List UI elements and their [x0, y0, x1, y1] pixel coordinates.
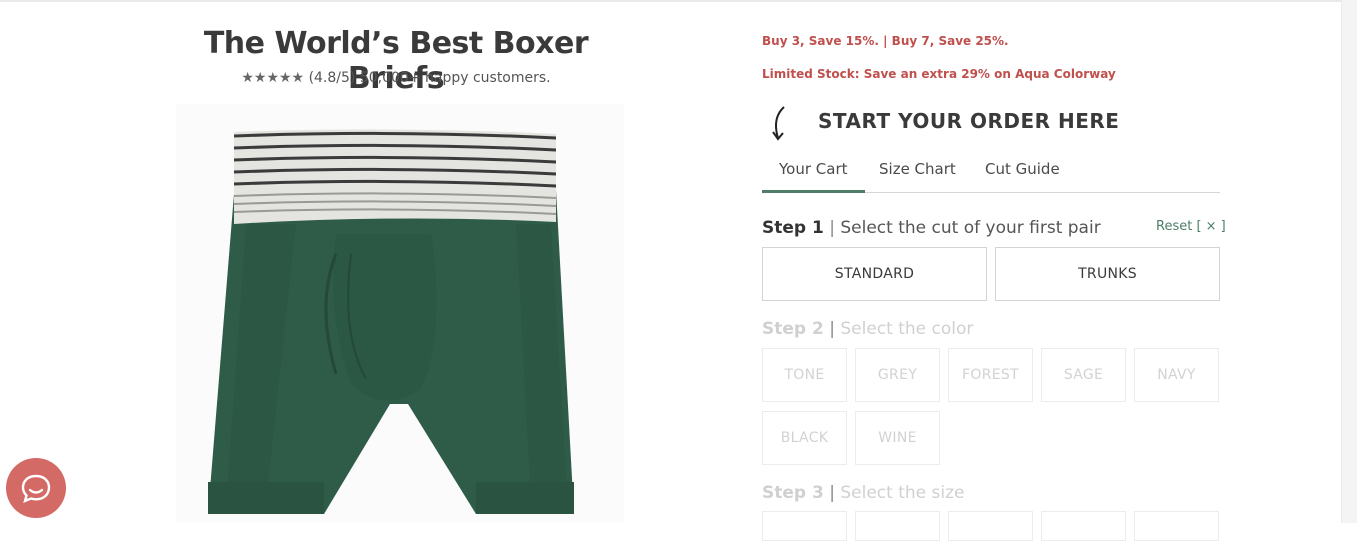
size-option-button[interactable]: [1134, 511, 1219, 541]
color-tone-button[interactable]: TONE: [762, 348, 847, 402]
color-grey-button[interactable]: GREY: [855, 348, 940, 402]
color-black-button[interactable]: BLACK: [762, 411, 847, 465]
customers-count: 50,000+ happy customers.: [359, 70, 551, 86]
top-divider: [0, 0, 1357, 2]
color-navy-button[interactable]: NAVY: [1134, 348, 1219, 402]
step-3-separator: |: [829, 483, 835, 503]
step-1-description: Select the cut of your first pair: [840, 218, 1101, 238]
tab-cut-guide[interactable]: Cut Guide: [985, 160, 1060, 178]
step-1-separator: |: [829, 218, 835, 238]
scrollbar[interactable]: [1341, 0, 1357, 523]
product-image: [176, 104, 624, 523]
chat-icon: [21, 474, 51, 504]
step-1-number: Step 1: [762, 218, 824, 238]
size-option-button[interactable]: [948, 511, 1033, 541]
step-3-description: Select the size: [840, 483, 965, 503]
step-2-description: Select the color: [840, 319, 974, 339]
step-1-label: Step 1 | Select the cut of your first pa…: [762, 218, 1101, 238]
promo-bulk-discount: Buy 3, Save 15%. | Buy 7, Save 25%.: [762, 34, 1009, 48]
reset-button[interactable]: Reset [ × ]: [1156, 219, 1226, 234]
step-2-number: Step 2: [762, 319, 824, 339]
order-tabs: Your Cart Size Chart Cut Guide: [762, 152, 1220, 193]
size-option-button[interactable]: [762, 511, 847, 541]
step-2-separator: |: [829, 319, 835, 339]
step-3-number: Step 3: [762, 483, 824, 503]
step-2-label: Step 2 | Select the color: [762, 319, 973, 339]
color-wine-button[interactable]: WINE: [855, 411, 940, 465]
rating-line: ★★★★★ (4.8/5) 50,000+ happy customers.: [160, 70, 632, 86]
color-sage-button[interactable]: SAGE: [1041, 348, 1126, 402]
rating-stars: ★★★★★: [241, 70, 305, 86]
promo-limited-stock: Limited Stock: Save an extra 29% on Aqua…: [762, 67, 1116, 81]
order-heading: START YOUR ORDER HERE: [818, 109, 1120, 133]
cut-standard-button[interactable]: STANDARD: [762, 247, 987, 301]
color-forest-button[interactable]: FOREST: [948, 348, 1033, 402]
size-option-button[interactable]: [855, 511, 940, 541]
boxer-brief-illustration: [208, 129, 574, 514]
curved-arrow-icon: [772, 106, 785, 141]
rating-value: (4.8/5): [308, 70, 356, 86]
size-option-button[interactable]: [1041, 511, 1126, 541]
step-3-label: Step 3 | Select the size: [762, 483, 965, 503]
tab-your-cart[interactable]: Your Cart: [762, 160, 864, 193]
tab-size-chart[interactable]: Size Chart: [879, 160, 956, 178]
chat-button[interactable]: [6, 458, 66, 518]
cut-trunks-button[interactable]: TRUNKS: [995, 247, 1220, 301]
